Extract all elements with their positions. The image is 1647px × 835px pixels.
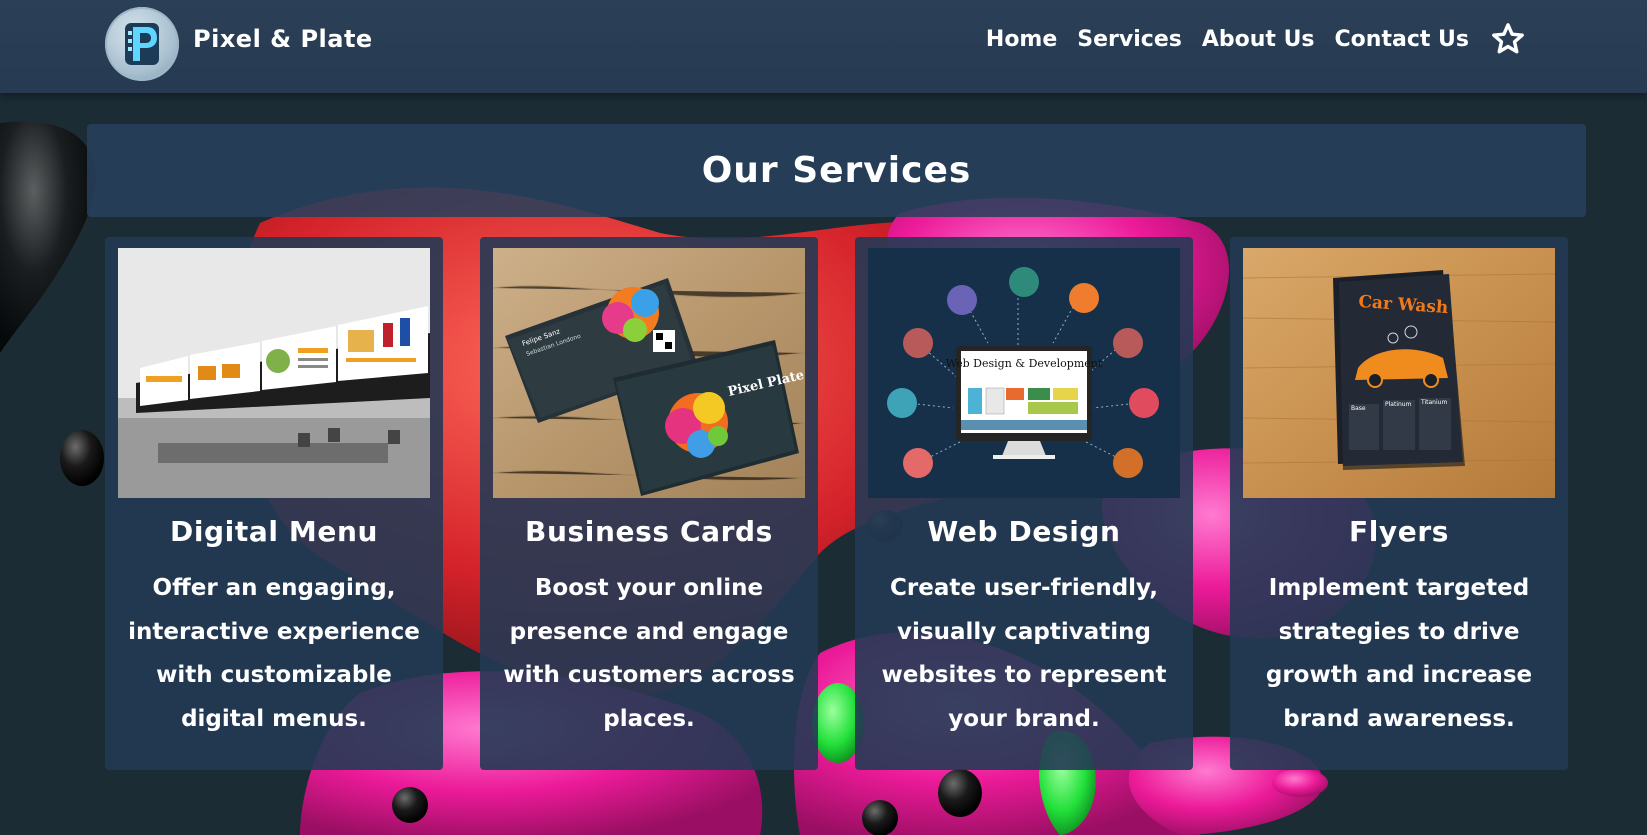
- services-title-banner: Our Services: [87, 124, 1586, 217]
- flyer-tier-base: Base: [1351, 405, 1366, 412]
- nav-contact-us[interactable]: Contact Us: [1335, 27, 1469, 52]
- card-description: Offer an engaging, interactive experienc…: [128, 575, 420, 732]
- card-description: Implement targeted strategies to drive g…: [1265, 575, 1533, 732]
- site-header: Pixel & Plate Home Services About Us Con…: [0, 0, 1647, 93]
- flyer-tier-platinum: Platinum: [1385, 401, 1412, 408]
- card-title: Web Design: [927, 515, 1121, 548]
- card-title: Digital Menu: [169, 515, 379, 548]
- web-design-illustration: Web Design & Development: [868, 248, 1180, 498]
- pixel-plate-p-logo-icon[interactable]: [105, 7, 179, 81]
- web-design-screen-text: Web Design & Development: [946, 357, 1103, 370]
- business-cards-photo: Felipe Sanz Sebastian Londono Pixel Plat…: [493, 248, 805, 498]
- nav-home[interactable]: Home: [986, 27, 1057, 52]
- card-title: Flyers: [1348, 515, 1450, 548]
- card-title: Business Cards: [525, 515, 773, 548]
- nav-about-us[interactable]: About Us: [1202, 27, 1315, 52]
- car-wash-flyer-photo: Car Wash Base Platinum Titanium: [1243, 248, 1555, 498]
- service-card-flyers[interactable]: Car Wash Base Platinum Titanium Flyers I…: [1230, 237, 1568, 770]
- star-icon[interactable]: [1491, 22, 1525, 56]
- nav-services[interactable]: Services: [1077, 27, 1182, 52]
- brand-link[interactable]: Pixel & Plate: [105, 7, 373, 81]
- service-card-digital-menu[interactable]: Digital Menu Offer an engaging, interact…: [105, 237, 443, 770]
- page-title: Our Services: [701, 150, 972, 191]
- card-description: Boost your online presence and engage wi…: [503, 575, 795, 732]
- brand-name[interactable]: Pixel & Plate: [193, 25, 373, 53]
- service-card-business-cards[interactable]: Felipe Sanz Sebastian Londono Pixel Plat…: [480, 237, 818, 770]
- main-nav: Home Services About Us Contact Us: [966, 22, 1525, 56]
- flyer-tier-titanium: Titanium: [1420, 399, 1447, 406]
- card-description: Create user-friendly, visually captivati…: [881, 575, 1167, 732]
- service-card-web-design[interactable]: Web Design & Development Web Design Crea…: [855, 237, 1193, 770]
- digital-menu-boards-photo: [118, 248, 430, 498]
